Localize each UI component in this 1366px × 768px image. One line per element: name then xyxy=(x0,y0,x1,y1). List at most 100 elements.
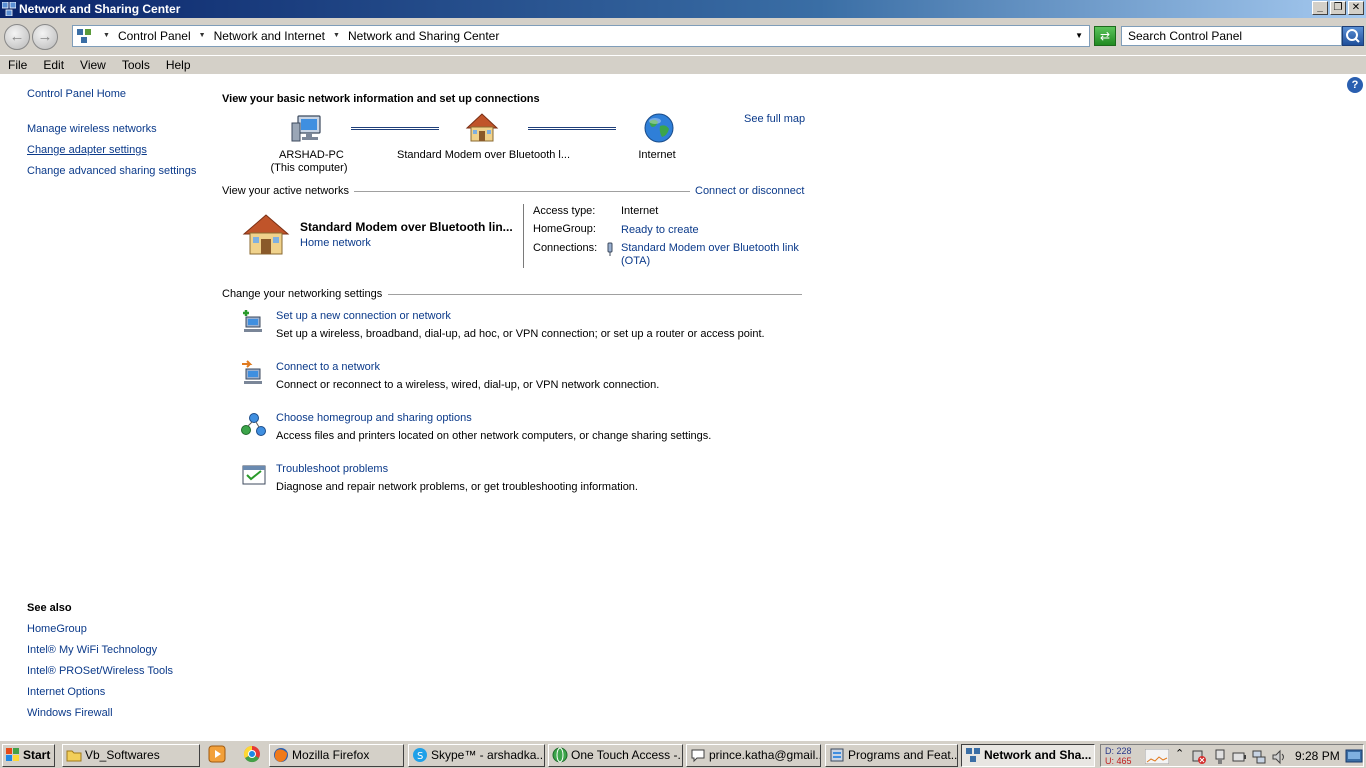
taskbar-button-label: Vb_Softwares xyxy=(85,748,160,762)
connections-label: Connections: xyxy=(533,242,598,254)
computer-label: (This computer) xyxy=(270,162,348,174)
see-full-map-link[interactable]: See full map xyxy=(744,113,805,125)
taskbar-button-firefox[interactable]: Mozilla Firefox xyxy=(269,744,404,767)
troubleshoot-link[interactable]: Troubleshoot problems xyxy=(276,463,388,475)
usb-device-icon[interactable] xyxy=(1213,749,1227,765)
taskbar-button-label: prince.katha@gmail.... xyxy=(709,748,821,762)
programs-icon xyxy=(830,748,844,762)
network-graph-icon[interactable] xyxy=(1145,749,1169,764)
chat-icon xyxy=(691,749,705,763)
taskbar: Start Vb_Softwares Mozilla Firefox S Sky… xyxy=(0,740,1366,768)
address-history-dropdown[interactable]: ▼ xyxy=(1075,26,1083,46)
address-bar[interactable]: ▼ Control Panel ▼ Network and Internet ▼… xyxy=(72,25,1090,47)
chrome-icon[interactable] xyxy=(243,745,261,763)
connection-link-suffix[interactable]: (OTA) xyxy=(621,255,650,267)
firefox-icon xyxy=(274,748,288,762)
access-type-label: Access type: xyxy=(533,205,596,217)
home-network-icon[interactable] xyxy=(465,112,499,144)
security-alert-icon[interactable] xyxy=(1191,749,1207,765)
clock[interactable]: 9:28 PM xyxy=(1295,749,1340,763)
homegroup-label: HomeGroup: xyxy=(533,223,596,235)
windows-logo-icon xyxy=(6,748,19,761)
setup-connection-desc: Set up a wireless, broadband, dial-up, a… xyxy=(276,328,765,340)
system-tray: D: 228 U: 465 ⌃ 9:28 PM xyxy=(1100,744,1364,767)
show-desktop-icon[interactable] xyxy=(1345,749,1363,764)
map-connection-line xyxy=(351,127,439,130)
breadcrumb-network-sharing-center[interactable]: Network and Sharing Center xyxy=(348,26,499,46)
troubleshoot-icon xyxy=(242,465,266,485)
internet-options-link[interactable]: Internet Options xyxy=(27,686,105,698)
taskbar-button-label: One Touch Access -... xyxy=(571,748,683,762)
menu-tools[interactable]: Tools xyxy=(122,56,158,74)
access-type-value: Internet xyxy=(621,205,659,217)
skype-icon: S xyxy=(413,748,427,762)
left-pane: Control Panel Home Manage wireless netwo… xyxy=(0,74,210,738)
manage-wireless-networks-link[interactable]: Manage wireless networks xyxy=(27,123,157,135)
search-button[interactable] xyxy=(1342,26,1364,46)
taskbar-button-label: Network and Sha... xyxy=(984,748,1092,762)
homegroup-sharing-desc: Access files and printers located on oth… xyxy=(276,430,712,442)
troubleshoot-desc: Diagnose and repair network problems, or… xyxy=(276,481,638,493)
connect-network-icon xyxy=(242,360,262,384)
homegroup-ready-link[interactable]: Ready to create xyxy=(621,224,699,236)
help-icon[interactable]: ? xyxy=(1347,77,1363,93)
close-button[interactable]: ✕ xyxy=(1348,1,1364,15)
start-button[interactable]: Start xyxy=(2,744,55,767)
intel-wifi-link[interactable]: Intel® My WiFi Technology xyxy=(27,644,157,656)
restore-button[interactable]: ❐ xyxy=(1330,1,1346,15)
menu-view[interactable]: View xyxy=(80,56,114,74)
menu-file[interactable]: File xyxy=(8,56,35,74)
taskbar-button-programs-features[interactable]: Programs and Feat... xyxy=(825,744,958,767)
forward-button[interactable]: → xyxy=(32,24,58,50)
intel-proset-link[interactable]: Intel® PROSet/Wireless Tools xyxy=(27,665,173,677)
power-icon[interactable] xyxy=(1231,749,1247,765)
search-input[interactable]: Search Control Panel xyxy=(1121,26,1342,46)
taskbar-button-network-sharing[interactable]: Network and Sha... xyxy=(961,744,1095,767)
active-networks-heading: View your active networks xyxy=(222,185,349,197)
control-panel-home-link[interactable]: Control Panel Home xyxy=(27,88,126,100)
address-toolbar: ← → ▼ Control Panel ▼ Network and Intern… xyxy=(0,18,1366,56)
homegroup-link[interactable]: HomeGroup xyxy=(27,623,87,635)
connect-to-network-link[interactable]: Connect to a network xyxy=(276,361,380,373)
computer-name: ARSHAD-PC xyxy=(279,149,344,161)
menu-edit[interactable]: Edit xyxy=(43,56,72,74)
volume-icon[interactable] xyxy=(1271,749,1287,765)
chevron-down-icon[interactable]: ▼ xyxy=(99,26,114,46)
back-button[interactable]: ← xyxy=(4,24,30,50)
breadcrumb-network-and-internet[interactable]: Network and Internet xyxy=(214,26,325,46)
taskbar-button-label: Mozilla Firefox xyxy=(292,748,370,762)
taskbar-button-gmail-chat[interactable]: prince.katha@gmail.... xyxy=(686,744,821,767)
window-title: Network and Sharing Center xyxy=(19,2,181,16)
divider xyxy=(388,294,802,295)
breadcrumb-control-panel[interactable]: Control Panel xyxy=(118,26,191,46)
computer-icon[interactable] xyxy=(290,113,324,145)
taskbar-button-label: Programs and Feat... xyxy=(848,748,958,762)
home-network-icon xyxy=(242,214,290,255)
connect-or-disconnect-link[interactable]: Connect or disconnect xyxy=(695,185,804,197)
connection-link[interactable]: Standard Modem over Bluetooth link xyxy=(621,242,799,254)
network-map-middle-label: Standard Modem over Bluetooth l... xyxy=(397,149,571,161)
globe-icon[interactable] xyxy=(643,112,675,144)
chevron-down-icon[interactable]: ▼ xyxy=(195,26,210,46)
media-player-icon[interactable] xyxy=(208,745,226,763)
network-center-icon xyxy=(966,748,980,762)
modem-icon xyxy=(607,242,613,256)
connect-to-network-desc: Connect or reconnect to a wireless, wire… xyxy=(276,379,660,391)
menu-help[interactable]: Help xyxy=(166,56,199,74)
title-bar: Network and Sharing Center _ ❐ ✕ xyxy=(0,0,1366,18)
change-adapter-settings-link[interactable]: Change adapter settings xyxy=(27,144,147,156)
taskbar-button-vb-softwares[interactable]: Vb_Softwares xyxy=(62,744,200,767)
taskbar-button-one-touch-access[interactable]: One Touch Access -... xyxy=(548,744,683,767)
network-status-icon[interactable] xyxy=(1251,749,1267,765)
homegroup-sharing-link[interactable]: Choose homegroup and sharing options xyxy=(276,412,472,424)
windows-firewall-link[interactable]: Windows Firewall xyxy=(27,707,113,719)
chevron-down-icon[interactable]: ▼ xyxy=(329,26,344,46)
taskbar-button-skype[interactable]: S Skype™ - arshadka... xyxy=(408,744,545,767)
page-title: View your basic network information and … xyxy=(222,93,540,105)
show-hidden-icons[interactable]: ⌃ xyxy=(1175,747,1184,760)
network-location-type-link[interactable]: Home network xyxy=(300,237,371,249)
change-advanced-sharing-link[interactable]: Change advanced sharing settings xyxy=(27,165,196,177)
refresh-button[interactable]: ⇄ xyxy=(1094,26,1116,46)
minimize-button[interactable]: _ xyxy=(1312,1,1328,15)
setup-connection-link[interactable]: Set up a new connection or network xyxy=(276,310,451,322)
